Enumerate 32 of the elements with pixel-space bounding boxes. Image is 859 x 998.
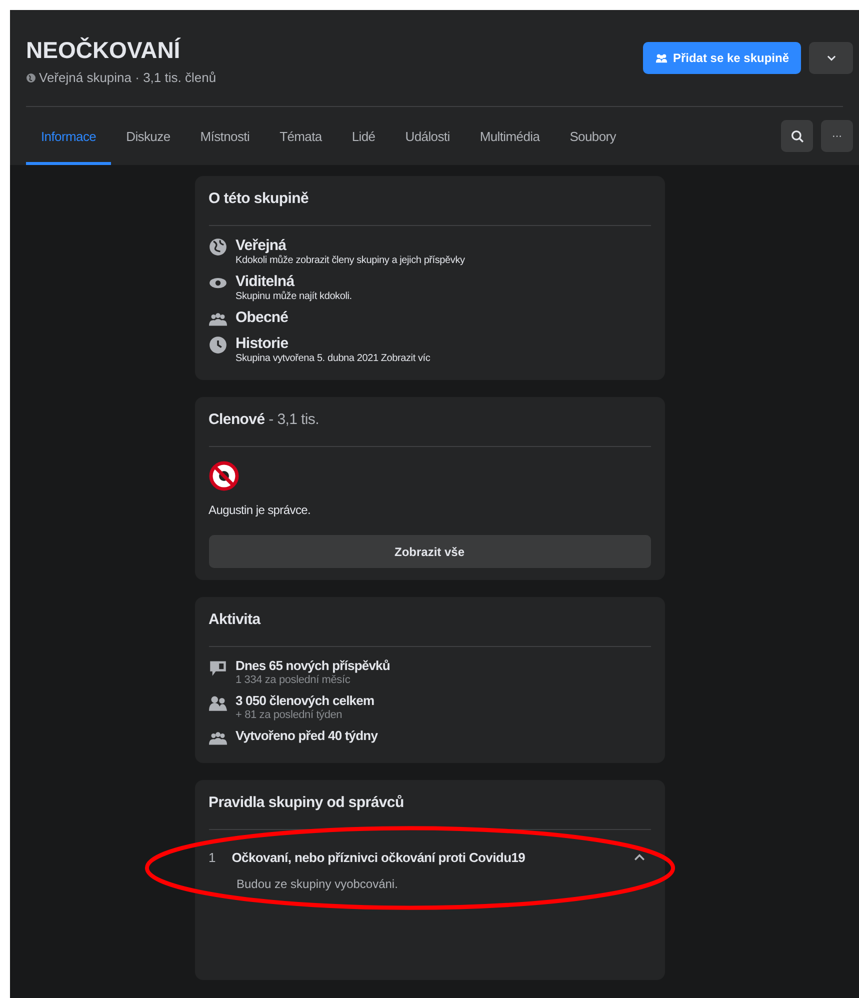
group-tab[interactable]: Diskuze [111, 107, 186, 165]
card-title: O této skupině [208, 189, 310, 209]
item-description: Skupinu může najít kdokoli. [236, 291, 352, 302]
rule-title: Očkovaní, nebo příznivci očkování proti Covidu19 [232, 850, 526, 865]
item-title: Vytvořeno před 40 týdny [236, 728, 378, 743]
group-subtitle: Veřejná skupina · 3,1 tis. členů [39, 70, 216, 85]
item-title: Viditelná [236, 273, 296, 290]
item-title: Historie [236, 335, 290, 352]
item-title: 3 050 členových celkem [236, 693, 374, 708]
item-description: 1 334 za poslední měsíc [236, 674, 352, 686]
show-all-button[interactable]: Zobrazit vše [208, 535, 650, 568]
item-description: Kdokoli může zobrazit členy skupiny a jejich příspěvky [236, 255, 465, 266]
group-name: NEOČKOVANÍ [26, 37, 182, 64]
group-tab[interactable]: Soubory [554, 107, 632, 165]
card-title: Clenové - 3,1 tis. [208, 410, 320, 430]
item-description: Skupina vytvořena 5. dubna 2021 Zobrazit víc [236, 353, 430, 364]
admin-text: Augustin je správce. [208, 503, 312, 517]
rule-description: Budou ze skupiny vyobcováni. [236, 877, 399, 891]
item-title: Veřejná [236, 237, 288, 254]
item-description: + 81 za poslední týden [236, 709, 344, 721]
group-tab[interactable]: Místnosti [185, 107, 265, 165]
item-title: Obecné [236, 309, 288, 326]
group-tab[interactable]: Lidé [336, 107, 390, 165]
group-tab[interactable]: Informace [26, 107, 112, 165]
card-title: Pravidla skupiny od správců [208, 793, 405, 813]
item-title: Dnes 65 nových příspěvků [236, 658, 390, 673]
rule-number: 1 [208, 850, 216, 865]
group-tab[interactable]: Témata [264, 107, 337, 165]
group-tab[interactable]: Události [390, 107, 465, 165]
more-button[interactable]: ··· [821, 120, 853, 152]
card-title: Aktivita [208, 610, 262, 630]
group-tab[interactable]: Multimédia [464, 107, 555, 165]
